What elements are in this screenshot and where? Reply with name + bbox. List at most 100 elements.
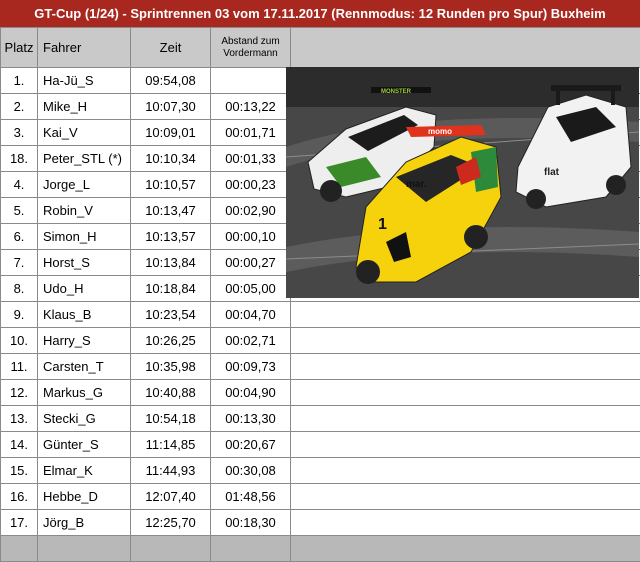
cell-fahrer: Günter_S (38, 432, 131, 458)
cell-zeit: 10:13,84 (131, 250, 211, 276)
cell-zeit: 10:07,30 (131, 94, 211, 120)
cell-platz: 16. (1, 484, 38, 510)
cell-fahrer: Harry_S (38, 328, 131, 354)
table-row: 10.Harry_S10:26,2500:02,71 (1, 328, 640, 354)
cell-zeit: 10:23,54 (131, 302, 211, 328)
cell-platz: 5. (1, 198, 38, 224)
cell-abstand: 00:13,30 (211, 406, 291, 432)
cell-empty (291, 458, 640, 484)
cell-empty (291, 302, 640, 328)
cell-empty (291, 406, 640, 432)
cell-abstand: 00:09,73 (211, 354, 291, 380)
cell-fahrer: Klaus_B (38, 302, 131, 328)
race-cars-illustration: MONSTER flat momo 1 mar. (286, 67, 639, 298)
cell-zeit: 12:07,40 (131, 484, 211, 510)
table-row: 9.Klaus_B10:23,5400:04,70 (1, 302, 640, 328)
cell-platz: 12. (1, 380, 38, 406)
cell-fahrer: Hebbe_D (38, 484, 131, 510)
cell-zeit: 10:09,01 (131, 120, 211, 146)
cell-platz: 13. (1, 406, 38, 432)
cell-fahrer: Robin_V (38, 198, 131, 224)
cell-abstand: 00:02,90 (211, 198, 291, 224)
cell-empty (291, 510, 640, 536)
cell-platz: 3. (1, 120, 38, 146)
cell-platz: 2. (1, 94, 38, 120)
cell-abstand: 00:04,90 (211, 380, 291, 406)
header-empty (291, 28, 640, 68)
header-abstand-line2: Vordermann (211, 48, 290, 60)
table-row: 16.Hebbe_D12:07,4001:48,56 (1, 484, 640, 510)
cell-fahrer: Mike_H (38, 94, 131, 120)
cell-abstand: 00:01,71 (211, 120, 291, 146)
cell-platz: 4. (1, 172, 38, 198)
cell-fahrer: Markus_G (38, 380, 131, 406)
header-abstand-line1: Abstand zum (211, 36, 290, 48)
race-cars-photo: MONSTER flat momo 1 mar. (286, 67, 639, 298)
cell-zeit: 10:35,98 (131, 354, 211, 380)
table-row: 11.Carsten_T10:35,9800:09,73 (1, 354, 640, 380)
cell-zeit: 10:26,25 (131, 328, 211, 354)
cell-abstand: 00:02,71 (211, 328, 291, 354)
cell-fahrer: Simon_H (38, 224, 131, 250)
cell-fahrer: Kai_V (38, 120, 131, 146)
table-row: 12.Markus_G10:40,8800:04,90 (1, 380, 640, 406)
cell-fahrer: Stecki_G (38, 406, 131, 432)
car-middle-sponsor: mar. (406, 179, 427, 190)
car-middle-number: 1 (378, 216, 387, 233)
cell-empty (291, 354, 640, 380)
cell-abstand (211, 68, 291, 94)
cell-empty (291, 432, 640, 458)
cell-abstand: 00:20,67 (211, 432, 291, 458)
table-row: 15.Elmar_K11:44,9300:30,08 (1, 458, 640, 484)
header-fahrer: Fahrer (38, 28, 131, 68)
table-row: 17.Jörg_B12:25,7000:18,30 (1, 510, 640, 536)
cell-platz: 18. (1, 146, 38, 172)
cell-platz: 15. (1, 458, 38, 484)
table-row: 13.Stecki_G10:54,1800:13,30 (1, 406, 640, 432)
cell-platz: 11. (1, 354, 38, 380)
table-footer-row (1, 536, 640, 562)
cell-platz: 9. (1, 302, 38, 328)
cell-fahrer: Jörg_B (38, 510, 131, 536)
cell-abstand: 00:00,27 (211, 250, 291, 276)
cell-fahrer: Elmar_K (38, 458, 131, 484)
cell-platz: 1. (1, 68, 38, 94)
cell-abstand: 00:18,30 (211, 510, 291, 536)
cell-zeit: 11:14,85 (131, 432, 211, 458)
cell-abstand: 00:00,10 (211, 224, 291, 250)
cell-zeit: 12:25,70 (131, 510, 211, 536)
table-row: 14.Günter_S11:14,8500:20,67 (1, 432, 640, 458)
cell-platz: 6. (1, 224, 38, 250)
header-zeit: Zeit (131, 28, 211, 68)
cell-abstand: 00:30,08 (211, 458, 291, 484)
page-title: GT-Cup (1/24) - Sprintrennen 03 vom 17.1… (0, 0, 640, 27)
cell-platz: 17. (1, 510, 38, 536)
cell-empty (291, 380, 640, 406)
cell-abstand: 00:04,70 (211, 302, 291, 328)
cell-zeit: 10:10,34 (131, 146, 211, 172)
cell-abstand: 00:05,00 (211, 276, 291, 302)
cell-fahrer: Ha-Jü_S (38, 68, 131, 94)
cell-zeit: 10:40,88 (131, 380, 211, 406)
cell-platz: 14. (1, 432, 38, 458)
cell-empty (291, 328, 640, 354)
cell-abstand: 00:00,23 (211, 172, 291, 198)
car-right-label: flat (544, 167, 560, 178)
header-abstand: Abstand zum Vordermann (211, 28, 291, 68)
table-header-row: Platz Fahrer Zeit Abstand zum Vordermann (1, 28, 640, 68)
cell-fahrer: Udo_H (38, 276, 131, 302)
cell-platz: 8. (1, 276, 38, 302)
car-middle-label: momo (428, 127, 452, 136)
cell-zeit: 10:18,84 (131, 276, 211, 302)
cell-zeit: 09:54,08 (131, 68, 211, 94)
cell-abstand: 00:01,33 (211, 146, 291, 172)
cell-zeit: 10:10,57 (131, 172, 211, 198)
cell-abstand: 01:48,56 (211, 484, 291, 510)
cell-fahrer: Horst_S (38, 250, 131, 276)
cell-fahrer: Jorge_L (38, 172, 131, 198)
cell-zeit: 10:13,47 (131, 198, 211, 224)
cell-zeit: 11:44,93 (131, 458, 211, 484)
cell-abstand: 00:13,22 (211, 94, 291, 120)
header-platz: Platz (1, 28, 38, 68)
cell-platz: 10. (1, 328, 38, 354)
